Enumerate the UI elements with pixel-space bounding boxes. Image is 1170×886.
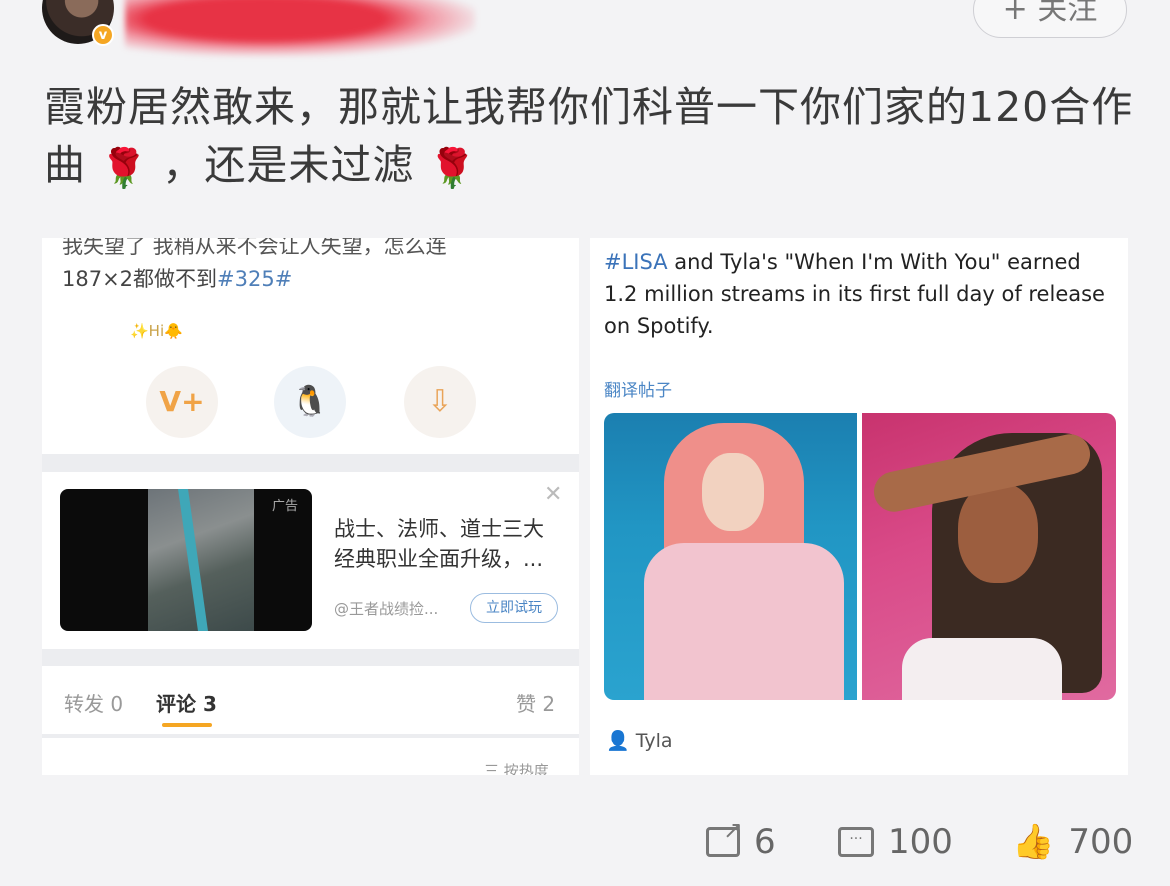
ad-video-thumbnail[interactable]: 广告 — [60, 489, 312, 631]
post-text: 霞粉居然敢来，那就让我帮你们科普一下你们家的120合作曲 🌹 ，还是未过滤 🌹 — [44, 78, 1134, 197]
rose-emoji-icon: 🌹 — [100, 146, 149, 190]
save-image-icon[interactable]: ⇩ — [404, 366, 476, 438]
like-count: 700 — [1068, 822, 1134, 862]
quoted-post-line: 187×2都做不到#325# — [62, 267, 293, 291]
lisa-photo[interactable] — [604, 413, 857, 700]
translate-post-link[interactable]: 翻译帖子 — [604, 376, 672, 401]
photo-top — [902, 638, 1062, 700]
quoted-post-cut-line: 我失望了 我稍从来不会让人失望，怎么连 — [62, 238, 447, 258]
ad-source: @王者战绩捡... — [334, 600, 439, 618]
post-text-tail: ，还是未过滤 — [162, 141, 415, 189]
sort-bar: 三 按热度 — [42, 738, 579, 775]
comment-icon: ··· — [838, 827, 874, 857]
embedded-screenshot-right[interactable]: #LISA and Tyla's "When I'm With You" ear… — [590, 238, 1128, 775]
ad-card[interactable]: 广告 ✕ 战士、法师、道士三大经典职业全面升级，... @王者战绩捡... 立即… — [42, 472, 579, 649]
hashtag-link[interactable]: #325# — [217, 267, 292, 291]
post-tabs: 转发 0 评论 3 赞 2 — [42, 666, 579, 734]
tyla-photo[interactable] — [862, 413, 1116, 700]
share-count: 6 — [754, 822, 776, 862]
try-now-button[interactable]: 立即试玩 — [470, 593, 558, 623]
sort-by-hot[interactable]: 三 按热度 — [484, 760, 549, 775]
ad-label: 广告 — [272, 499, 299, 514]
photo-jacket — [644, 543, 844, 700]
tab-like[interactable]: 赞 2 — [516, 688, 555, 717]
redacted-username — [125, 0, 475, 56]
tagged-user[interactable]: 👤 Tyla — [606, 729, 673, 752]
ad-title[interactable]: 战士、法师、道士三大经典职业全面升级，... — [334, 514, 564, 574]
hashtag-link[interactable]: #LISA — [604, 250, 668, 274]
comment-action[interactable]: ··· 100 — [838, 822, 953, 862]
like-action[interactable]: 👍 700 — [1012, 822, 1133, 862]
rose-emoji-icon: 🌹 — [428, 146, 477, 190]
active-tab-indicator — [162, 723, 212, 727]
comment-count: 100 — [888, 822, 953, 862]
tab-comment[interactable]: 评论 3 — [156, 688, 217, 717]
photo-face — [958, 483, 1038, 583]
quoted-post: 我失望了 我稍从来不会让人失望，怎么连 187×2都做不到#325# ✨Hi🐥 … — [42, 238, 579, 454]
tab-repost[interactable]: 转发 0 — [64, 688, 123, 717]
close-icon[interactable]: ✕ — [544, 482, 562, 507]
vplus-icon[interactable]: V+ — [146, 366, 218, 438]
qq-icon[interactable]: 🐧 — [274, 366, 346, 438]
embedded-screenshot-left[interactable]: 我失望了 我稍从来不会让人失望，怎么连 187×2都做不到#325# ✨Hi🐥 … — [42, 238, 579, 775]
follow-button[interactable]: + 关注 — [973, 0, 1127, 38]
hi-sticker: ✨Hi🐥 — [130, 322, 183, 340]
tweet-text: #LISA and Tyla's "When I'm With You" ear… — [604, 250, 1105, 338]
verified-badge-icon: v — [92, 24, 114, 46]
photo-face — [702, 453, 764, 531]
share-icon — [706, 816, 743, 857]
share-action[interactable]: 6 — [706, 816, 776, 862]
thumbs-up-icon: 👍 — [1012, 822, 1055, 862]
person-icon: 👤 — [606, 730, 630, 752]
